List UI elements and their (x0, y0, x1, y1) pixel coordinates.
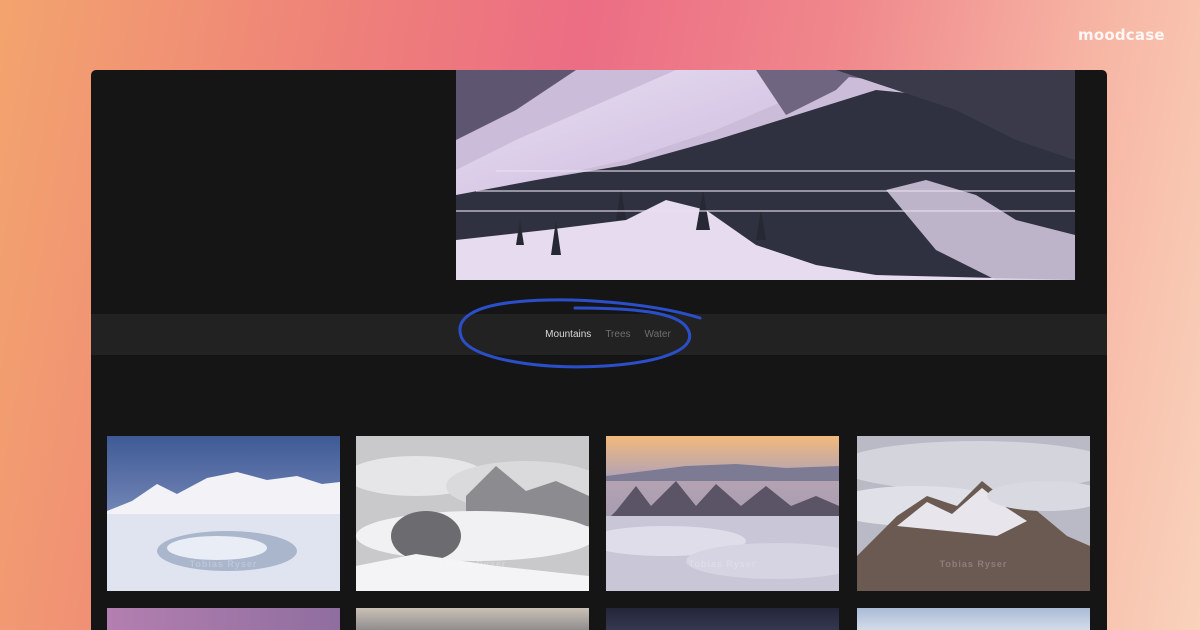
gallery-item[interactable] (356, 608, 589, 630)
tab-water[interactable]: Water (645, 329, 671, 340)
watermark: Tobias Ryser (189, 559, 258, 569)
tab-trees[interactable]: Trees (605, 329, 630, 340)
hero-image (456, 70, 1075, 280)
gallery-item[interactable] (107, 608, 340, 630)
gallery-item[interactable] (857, 608, 1090, 630)
gallery-item[interactable]: Tobias Ryser (356, 436, 589, 591)
watermark: Tobias Ryser (688, 559, 757, 569)
gallery-item[interactable]: Tobias Ryser (107, 436, 340, 591)
gallery-grid: Tobias Ryser Tobias Ryser Tobias Ryser T… (107, 436, 1093, 630)
app-window: Mountains Trees Water Tobias Ryser Tobia… (91, 70, 1107, 630)
gallery-item[interactable] (606, 608, 839, 630)
filter-tabs: Mountains Trees Water (91, 314, 1107, 355)
filter-bar: Mountains Trees Water (91, 314, 1107, 355)
watermark: Tobias Ryser (438, 559, 507, 569)
watermark: Tobias Ryser (939, 559, 1008, 569)
tab-mountains[interactable]: Mountains (545, 329, 591, 340)
gallery-item[interactable]: Tobias Ryser (606, 436, 839, 591)
brand-logo[interactable]: moodcase (1078, 26, 1165, 44)
gallery-item[interactable]: Tobias Ryser (857, 436, 1090, 591)
